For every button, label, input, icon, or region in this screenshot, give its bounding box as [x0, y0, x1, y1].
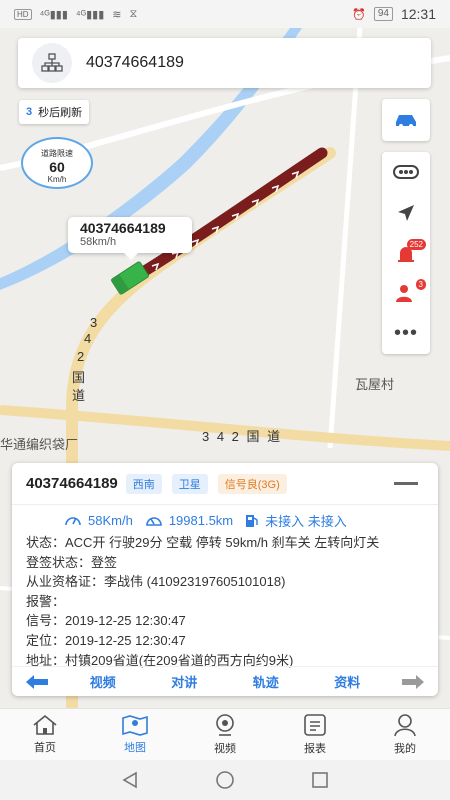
tab-video[interactable]: 视频: [180, 709, 270, 760]
road-label-horizontal: 3 4 2 国 道: [202, 429, 283, 444]
person-alert-icon: [396, 285, 412, 303]
alarm-line: 报警：: [26, 593, 66, 609]
locate-button[interactable]: [382, 192, 430, 232]
direction-tag: 西南: [125, 473, 162, 494]
fuel-value: 未接入 未接入: [265, 513, 347, 529]
mileage-value: 19981.5km: [168, 512, 234, 528]
report-icon: [304, 714, 326, 736]
village-label: 瓦屋村: [355, 377, 395, 392]
camera-icon: [216, 714, 234, 736]
traffic-icon: [393, 165, 419, 180]
navigation-arrow-icon: [398, 204, 414, 221]
speed-limit-indicator: 道路限速 60 Km/h: [21, 137, 93, 189]
user-icon: [394, 714, 416, 737]
prev-arrow-icon[interactable]: [12, 674, 62, 690]
status-bar: HD ⁴ᴳ▮▮▮ ⁴ᴳ▮▮▮ ≋ ⧖ ⏰ 94 12:31: [0, 0, 450, 28]
alarm-clock-icon: ⏰: [352, 8, 366, 21]
odometer-icon: [146, 517, 162, 526]
card-title: 40374664189: [26, 475, 118, 492]
device-number: 40374664189: [86, 54, 184, 71]
hd-icon: HD: [14, 8, 32, 20]
more-button[interactable]: •••: [382, 314, 430, 354]
tab-mine[interactable]: 我的: [360, 709, 450, 760]
tab-home[interactable]: 首页: [0, 709, 90, 760]
vehicle-popup[interactable]: 40374664189 58km/h: [68, 217, 192, 260]
speedometer-icon: [65, 517, 81, 526]
status-line: 状态：ACC开 行驶29分 空载 停转 59km/h 刹车关 左转向灯关: [26, 535, 380, 550]
info-action[interactable]: 资料: [307, 672, 389, 691]
positioning-tag: 卫星: [171, 473, 208, 494]
alarm-button[interactable]: 252: [382, 233, 430, 273]
vehicle-details: 状态：ACC开 行驶29分 空载 停转 59km/h 刹车关 左转向灯关 登签状…: [12, 533, 438, 670]
signal-line: 信号：2019-12-25 12:30:47: [26, 613, 186, 629]
road-label-vertical: 道: [72, 388, 88, 403]
road-label-vertical: 4: [84, 331, 94, 346]
bottom-tab-bar: 首页 地图 视频 报表 我的: [0, 708, 450, 760]
signal-4g-icon: ⁴ᴳ▮▮▮: [39, 8, 68, 21]
map-icon: [122, 715, 148, 736]
back-icon[interactable]: [121, 771, 139, 789]
fuel-icon: [246, 514, 258, 527]
refresh-countdown: 3 秒后刷新: [19, 100, 90, 124]
signal-tag: 信号良(3G): [217, 473, 287, 494]
signal-4g-icon: ⁴ᴳ▮▮▮: [75, 8, 105, 21]
vehicle-mode-button[interactable]: [382, 99, 430, 141]
collapse-handle[interactable]: [394, 482, 418, 485]
factory-label: 华通编织袋厂: [0, 437, 79, 452]
video-action[interactable]: 视频: [62, 672, 144, 691]
sign-in-line: 登签状态：登签: [26, 554, 118, 570]
alarm-badge: 252: [406, 238, 426, 250]
intercom-action[interactable]: 对讲: [144, 672, 226, 691]
recent-apps-icon[interactable]: [311, 771, 329, 789]
traffic-button[interactable]: [382, 152, 430, 192]
location-line: 定位：2019-12-25 12:30:47: [26, 632, 186, 648]
driver-alert-button[interactable]: 3: [382, 273, 430, 313]
tab-report[interactable]: 报表: [270, 709, 360, 760]
more-icon: •••: [393, 322, 418, 345]
home-circle-icon[interactable]: [215, 770, 235, 790]
vehicle-info-card: 40374664189 西南 卫星 信号良(3G) 58Km/h 19981.5…: [12, 463, 438, 696]
qualification-line: 从业资格证：李战伟 (410923197605101018): [26, 574, 286, 590]
org-tree-icon[interactable]: [32, 43, 72, 83]
tab-map[interactable]: 地图: [90, 709, 180, 760]
track-action[interactable]: 轨迹: [225, 672, 307, 691]
car-icon: [396, 115, 416, 128]
map-tools: 252 3 •••: [382, 152, 430, 354]
home-icon: [33, 714, 57, 735]
driver-alert-badge: 3: [415, 279, 426, 291]
speed-value: 58Km/h: [88, 512, 133, 528]
wifi-icon: ≋: [112, 8, 122, 21]
road-label-vertical: 3: [90, 315, 100, 330]
clock: 12:31: [400, 6, 436, 22]
hourglass-icon: ⧖: [129, 7, 138, 20]
battery-indicator: 94: [373, 7, 393, 21]
next-arrow-icon[interactable]: [388, 674, 438, 690]
road-label-vertical: 国: [72, 370, 88, 385]
system-navigation-bar: [0, 760, 450, 800]
road-label-vertical: 2: [77, 349, 87, 364]
device-selector[interactable]: 40374664189: [18, 38, 431, 88]
